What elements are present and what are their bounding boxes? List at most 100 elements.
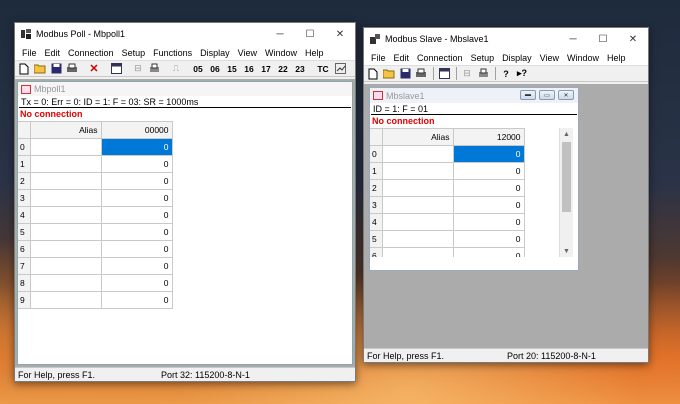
poll-menu-file[interactable]: File [18,48,41,58]
poll-minimize-button[interactable]: ─ [265,23,295,45]
slave-maximize-button[interactable]: ☐ [588,28,618,50]
value-cell[interactable]: 0 [101,240,173,258]
alias-cell[interactable] [30,291,102,309]
alias-cell[interactable] [382,179,454,197]
vertical-scrollbar[interactable]: ▲ ▼ [559,128,573,257]
value-cell[interactable]: 0 [101,257,173,275]
slave-menu-help[interactable]: Help [603,53,630,63]
table-row: 30 [370,196,525,214]
scrollbar-thumb[interactable] [562,142,571,212]
alias-cell[interactable] [382,213,454,231]
value-cell[interactable]: 0 [453,247,525,257]
traffic-button[interactable]: TC [316,62,330,76]
new-file-icon[interactable] [17,62,31,76]
print-icon[interactable] [414,67,428,81]
open-folder-icon[interactable] [382,67,396,81]
function-06-button[interactable]: 06 [208,62,222,76]
slave-close-button[interactable]: ✕ [618,28,648,50]
scroll-down-arrow-icon[interactable]: ▼ [560,245,573,257]
alias-column-header[interactable]: Alias [30,121,102,139]
value-cell[interactable]: 0 [101,206,173,224]
slave-child-titlebar[interactable]: Mbslave1 ▬ ▭ ✕ [370,88,578,103]
delete-icon[interactable]: ✕ [87,62,101,76]
alias-cell[interactable] [30,138,102,156]
alias-cell[interactable] [382,247,454,257]
open-folder-icon[interactable] [33,62,47,76]
alias-cell[interactable] [30,189,102,207]
function-05-button[interactable]: 05 [191,62,205,76]
slave-menu-view[interactable]: View [536,53,563,63]
value-cell[interactable]: 0 [453,162,525,180]
alias-cell[interactable] [30,206,102,224]
poll-maximize-button[interactable]: ☐ [295,23,325,45]
alias-cell[interactable] [30,172,102,190]
value-cell[interactable]: 0 [101,155,173,173]
poll-menu-display[interactable]: Display [196,48,234,58]
poll-menu-connection[interactable]: Connection [64,48,118,58]
value-cell[interactable]: 0 [101,138,173,156]
slave-menu-display[interactable]: Display [498,53,536,63]
value-cell[interactable]: 0 [453,213,525,231]
pulse-icon[interactable]: ⎍ [169,62,183,76]
poll-menu-window[interactable]: Window [261,48,301,58]
value-column-header[interactable]: 00000 [101,121,173,139]
function-22-button[interactable]: 22 [276,62,290,76]
slave-menu-window[interactable]: Window [563,53,603,63]
context-help-icon[interactable]: ▸? [515,67,529,81]
value-cell[interactable]: 0 [453,145,525,163]
poll-menu-setup[interactable]: Setup [118,48,150,58]
help-icon[interactable]: ? [499,67,513,81]
scroll-up-arrow-icon[interactable]: ▲ [560,128,573,140]
slave-menu-setup[interactable]: Setup [467,53,499,63]
poll-close-button[interactable]: ✕ [325,23,355,45]
value-cell[interactable]: 0 [101,172,173,190]
value-cell[interactable]: 0 [101,189,173,207]
function-23-button[interactable]: 23 [293,62,307,76]
alias-cell[interactable] [382,162,454,180]
printer-setup-icon[interactable] [476,67,490,81]
value-column-header[interactable]: 12000 [453,128,525,146]
comment-icon[interactable]: ⊟ [131,62,145,76]
child-close-button[interactable]: ✕ [558,90,574,100]
save-icon[interactable] [398,67,412,81]
alias-cell[interactable] [382,230,454,248]
value-cell[interactable]: 0 [101,291,173,309]
slave-titlebar[interactable]: Modbus Slave - Mbslave1 ─ ☐ ✕ [364,28,648,50]
value-cell[interactable]: 0 [101,223,173,241]
alias-cell[interactable] [30,257,102,275]
poll-menu-view[interactable]: View [234,48,261,58]
alias-cell[interactable] [382,145,454,163]
function-17-button[interactable]: 17 [259,62,273,76]
window-icon[interactable] [109,62,123,76]
value-cell[interactable]: 0 [453,179,525,197]
alias-cell[interactable] [382,196,454,214]
slave-menu-file[interactable]: File [367,53,390,63]
value-cell[interactable]: 0 [453,196,525,214]
print-icon[interactable] [65,62,79,76]
new-file-icon[interactable] [366,67,380,81]
save-icon[interactable] [49,62,63,76]
printer-setup-icon[interactable] [147,62,161,76]
child-minimize-button[interactable]: ▬ [520,90,536,100]
alias-cell[interactable] [30,274,102,292]
function-15-button[interactable]: 15 [225,62,239,76]
alias-cell[interactable] [30,240,102,258]
poll-child-titlebar[interactable]: Mbpoll1 [18,82,352,96]
alias-cell[interactable] [30,155,102,173]
function-16-button[interactable]: 16 [242,62,256,76]
poll-menu-edit[interactable]: Edit [41,48,65,58]
slave-menu-connection[interactable]: Connection [413,53,467,63]
alias-cell[interactable] [30,223,102,241]
poll-menu-functions[interactable]: Functions [149,48,196,58]
slave-minimize-button[interactable]: ─ [558,28,588,50]
alias-column-header[interactable]: Alias [382,128,454,146]
chart-icon[interactable] [333,62,347,76]
value-cell[interactable]: 0 [101,274,173,292]
child-restore-button[interactable]: ▭ [539,90,555,100]
poll-menu-help[interactable]: Help [301,48,328,58]
comment-icon[interactable]: ⊟ [460,67,474,81]
slave-menu-edit[interactable]: Edit [390,53,414,63]
poll-titlebar[interactable]: Modbus Poll - Mbpoll1 ─ ☐ ✕ [15,23,355,45]
value-cell[interactable]: 0 [453,230,525,248]
window-icon[interactable] [437,67,451,81]
